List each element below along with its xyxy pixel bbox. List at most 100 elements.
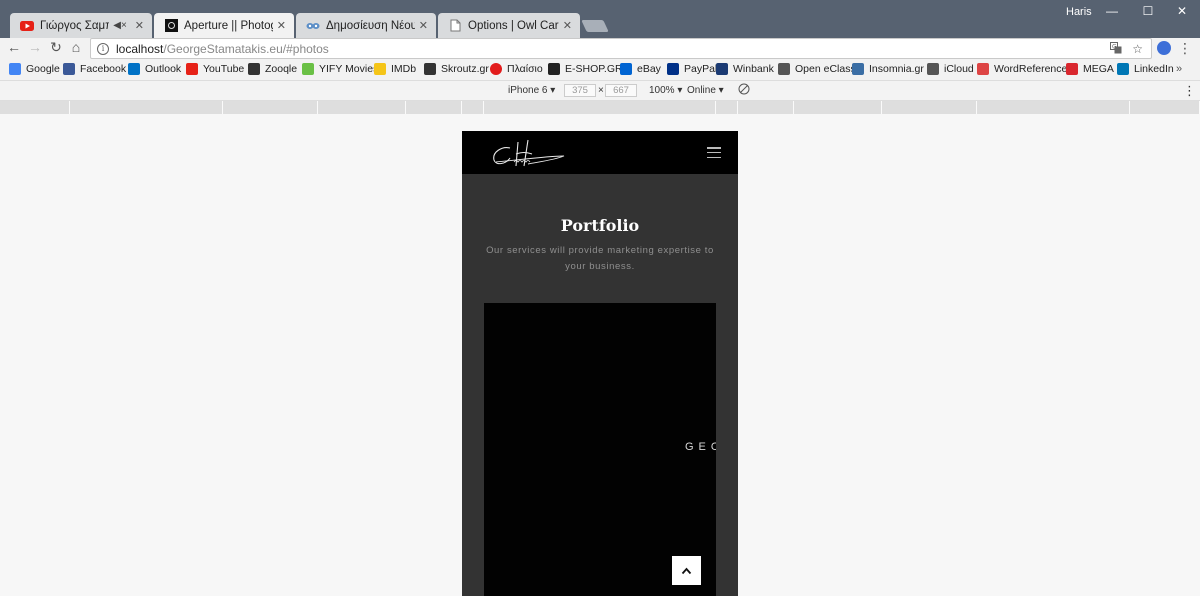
site-header: [462, 131, 738, 174]
device-toolbar: iPhone 6 ▾ 375 × 667 100% ▾ Online ▾ ⋮: [0, 80, 1200, 101]
bookmark-youtube[interactable]: YouTube: [186, 63, 244, 75]
bookmark-label: iCloud: [944, 63, 974, 75]
tab-title: Δημοσίευση Νέου Θέμα: [326, 19, 415, 32]
bookmark-paypal[interactable]: PayPal: [667, 63, 717, 75]
apple-icon: [927, 63, 939, 75]
youtube-icon: [186, 63, 198, 75]
bookmark-label: Πλαίσιο: [507, 63, 543, 75]
tab-owl-carousel[interactable]: Options | Owl Carousel | ✕: [438, 13, 580, 38]
bookmark-open-eclass[interactable]: Open eClass: [778, 63, 856, 75]
forward-icon[interactable]: →: [26, 39, 44, 55]
insomnia-icon: [852, 63, 864, 75]
eshop-icon: [548, 63, 560, 75]
browser-title-bar: Γιώργος Σαμπάνης - ◀× ✕ Aperture || Phot…: [0, 0, 1200, 38]
close-window-icon[interactable]: ✕: [1172, 4, 1192, 18]
outlook-icon: [128, 63, 140, 75]
bookmark-label: E-SHOP.GR: [565, 63, 623, 75]
bookmark-label: Open eClass: [795, 63, 856, 75]
bookmark-label: YIFY Movies: [319, 63, 379, 75]
bookmark-e-shop-gr[interactable]: E-SHOP.GR: [548, 63, 623, 75]
minimize-icon[interactable]: —: [1102, 4, 1122, 18]
tab-aperture[interactable]: Aperture || Photography ✕: [154, 13, 294, 38]
url-path: /GeorgeStamatakis.eu/#photos: [163, 41, 329, 56]
tab-title: Aperture || Photography: [184, 19, 273, 32]
network-select[interactable]: Online ▾: [687, 85, 724, 96]
rotate-icon[interactable]: [738, 83, 750, 98]
winbank-icon: [716, 63, 728, 75]
zoom-select[interactable]: 100% ▾: [649, 85, 682, 96]
forum-icon: [306, 19, 320, 33]
tab-title: Γιώργος Σαμπάνης -: [40, 19, 110, 32]
browser-menu-icon[interactable]: ⋮: [1178, 40, 1192, 57]
bookmark-insomnia-gr[interactable]: Insomnia.gr: [852, 63, 924, 75]
viewport-width-input[interactable]: 375: [564, 84, 596, 97]
carousel-slide-text: GEO: [685, 441, 716, 453]
hamburger-menu-icon[interactable]: [707, 147, 721, 158]
maximize-icon[interactable]: ☐: [1138, 4, 1158, 18]
tab-forum[interactable]: Δημοσίευση Νέου Θέμα ✕: [296, 13, 436, 38]
bookmark-imdb[interactable]: IMDb: [374, 63, 416, 75]
bookmark-facebook[interactable]: Facebook: [63, 63, 126, 75]
bookmark-mega[interactable]: MEGA: [1066, 63, 1114, 75]
bookmark-star-icon[interactable]: ☆: [1132, 42, 1143, 57]
zooqle-icon: [248, 63, 260, 75]
media-query-bar[interactable]: [0, 101, 1200, 114]
bookmark-label: Google: [26, 63, 60, 75]
skroutz-icon: [424, 63, 436, 75]
bookmark-linkedin[interactable]: LinkedIn: [1117, 63, 1174, 75]
zoom-value: 100%: [649, 85, 675, 96]
google-icon: [9, 63, 21, 75]
imdb-icon: [374, 63, 386, 75]
bookmark-ebay[interactable]: eBay: [620, 63, 661, 75]
section-title: Portfolio: [560, 216, 640, 235]
ebay-icon: [620, 63, 632, 75]
paypal-icon: [667, 63, 679, 75]
bookmark-wordreference[interactable]: WordReference: [977, 63, 1067, 75]
bookmark-icloud[interactable]: iCloud: [927, 63, 974, 75]
device-select[interactable]: iPhone 6 ▾: [508, 85, 555, 96]
new-tab-button[interactable]: [581, 20, 609, 32]
reload-icon[interactable]: ↻: [47, 39, 65, 56]
bookmark-zooqle[interactable]: Zooqle: [248, 63, 297, 75]
address-bar[interactable]: i localhost/GeorgeStamatakis.eu/#photos …: [90, 38, 1152, 59]
bookmark-label: Winbank: [733, 63, 774, 75]
url-host: localhost: [116, 41, 164, 56]
viewport-height-input[interactable]: 667: [605, 84, 637, 97]
signature-logo[interactable]: [488, 136, 568, 170]
bookmark-label: Insomnia.gr: [869, 63, 924, 75]
bookmark-winbank[interactable]: Winbank: [716, 63, 774, 75]
tab-youtube[interactable]: Γιώργος Σαμπάνης - ◀× ✕: [10, 13, 152, 38]
speaker-muted-icon[interactable]: ◀×: [113, 20, 127, 31]
dimension-separator: ×: [598, 85, 604, 96]
scroll-to-top-button[interactable]: [672, 556, 701, 585]
bookmark-label: LinkedIn: [1134, 63, 1174, 75]
bookmark-google[interactable]: Google: [9, 63, 60, 75]
back-icon[interactable]: ←: [5, 39, 23, 55]
bookmark-label: MEGA: [1083, 63, 1114, 75]
info-icon[interactable]: i: [97, 42, 109, 55]
close-tab-icon[interactable]: ✕: [135, 19, 144, 32]
wordreference-icon: [977, 63, 989, 75]
close-tab-icon[interactable]: ✕: [277, 19, 286, 32]
chevron-up-icon: [681, 567, 692, 574]
close-tab-icon[interactable]: ✕: [563, 19, 572, 32]
page-icon: [448, 19, 462, 33]
bookmark-outlook[interactable]: Outlook: [128, 63, 181, 75]
home-icon[interactable]: ⌂: [67, 39, 85, 55]
browser-toolbar: ← → ↻ ⌂ i localhost/GeorgeStamatakis.eu/…: [0, 38, 1200, 60]
device-name: iPhone 6: [508, 85, 548, 96]
portfolio-carousel[interactable]: GEO: [484, 303, 716, 596]
bookmarks-overflow-button[interactable]: »: [1176, 63, 1182, 75]
bookmark-[interactable]: Πλαίσιο: [490, 63, 543, 75]
bookmark-yify-movies[interactable]: YIFY Movies: [302, 63, 378, 75]
translate-icon[interactable]: G: [1110, 42, 1122, 57]
extension-icon[interactable]: [1157, 41, 1171, 55]
profile-name[interactable]: Haris: [1066, 6, 1092, 18]
tab-title: Options | Owl Carousel |: [468, 19, 559, 32]
bookmark-label: PayPal: [684, 63, 718, 75]
close-tab-icon[interactable]: ✕: [419, 19, 428, 32]
plaisio-icon: [490, 63, 502, 75]
bookmark-skroutz-gr[interactable]: Skroutz.gr: [424, 63, 489, 75]
svg-text:G: G: [1112, 44, 1117, 51]
device-toolbar-menu-icon[interactable]: ⋮: [1183, 83, 1196, 99]
